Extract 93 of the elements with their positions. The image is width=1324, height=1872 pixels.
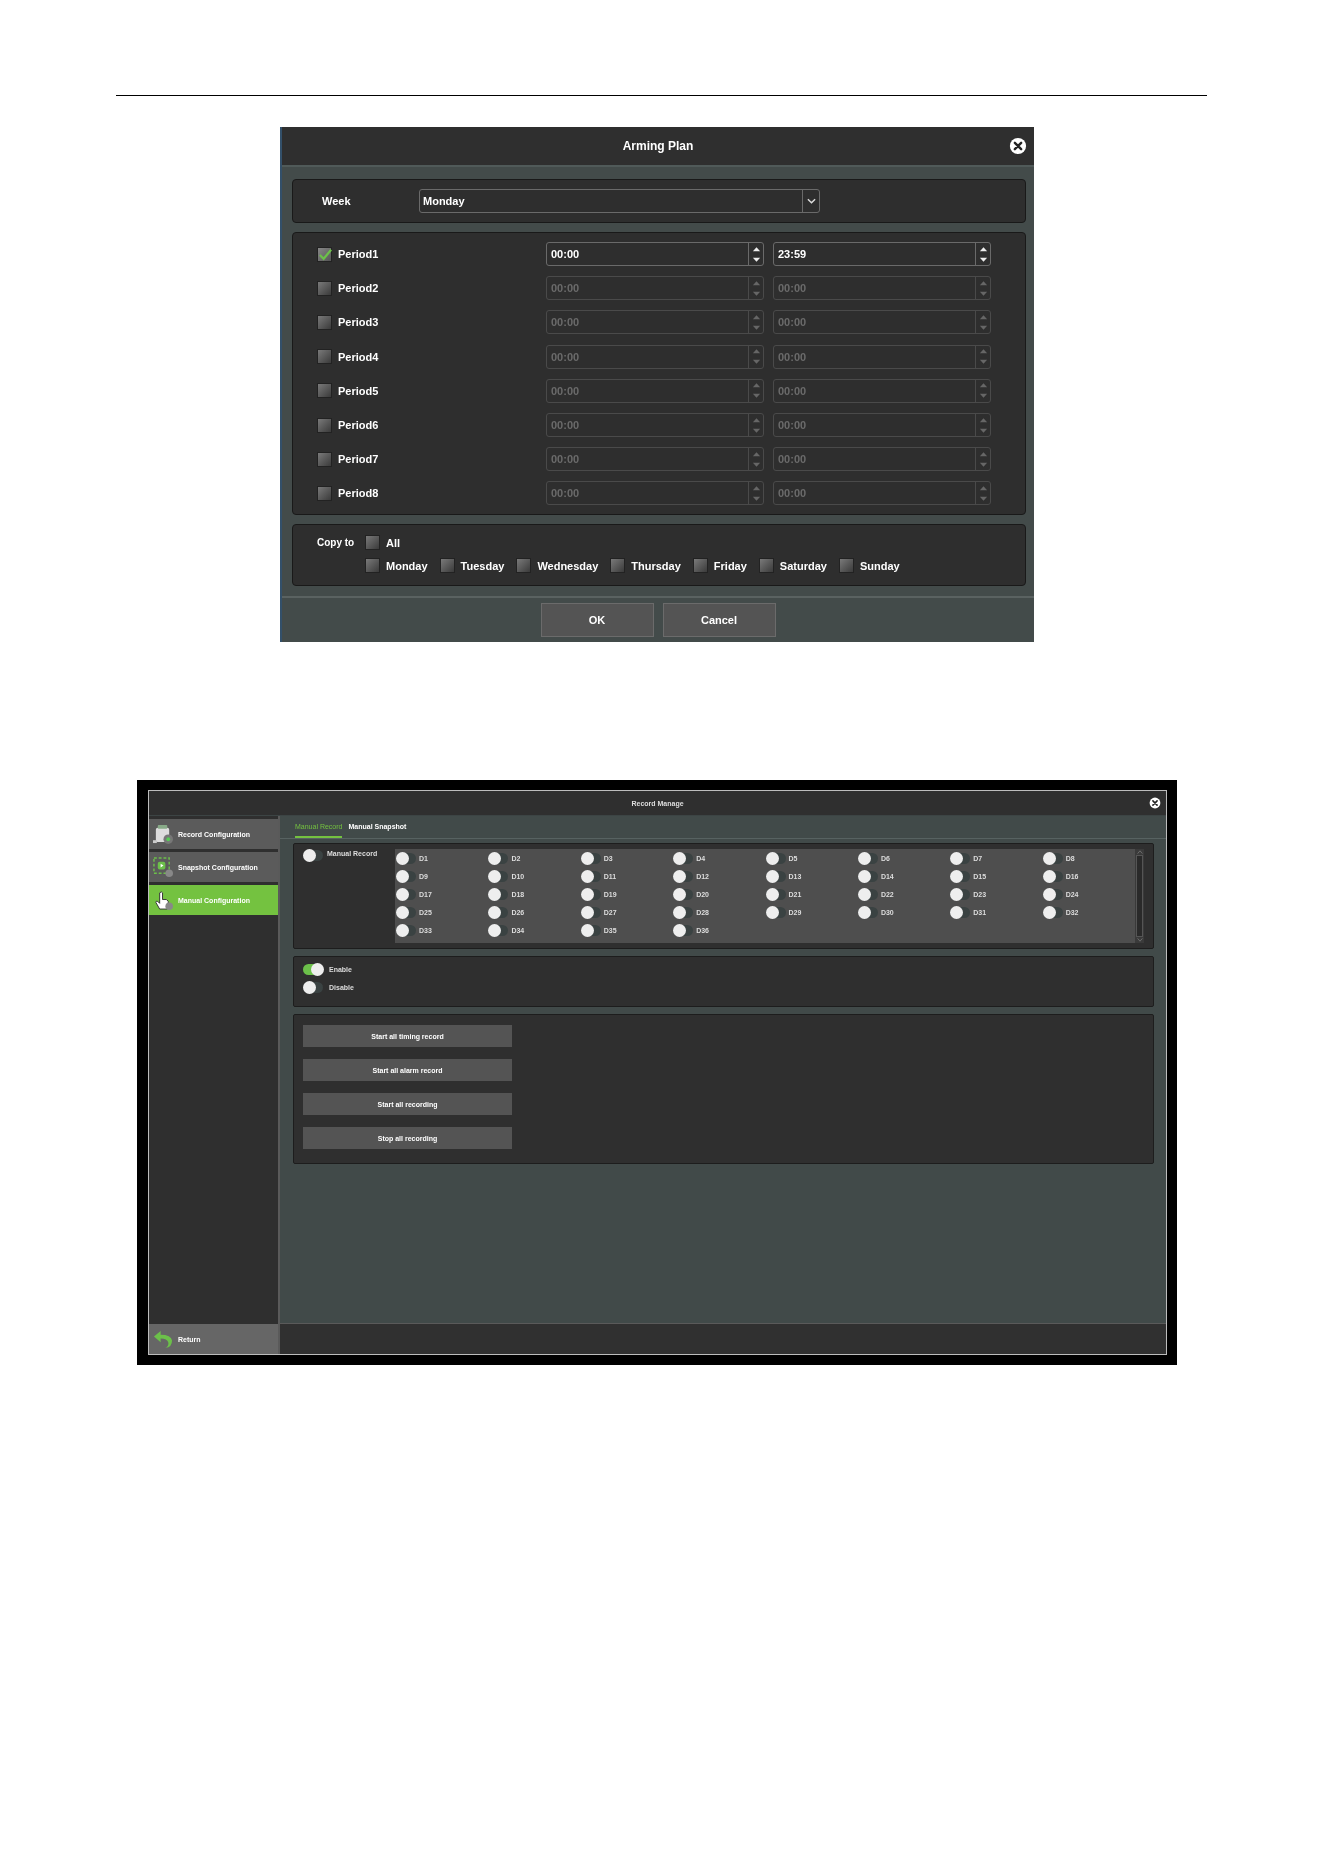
toggle-switch[interactable] (580, 888, 601, 900)
all-label: All (386, 536, 401, 549)
checkbox[interactable] (317, 280, 332, 296)
toggle-switch[interactable] (857, 906, 878, 918)
toggle-switch[interactable] (580, 906, 601, 918)
up-arrow-icon[interactable] (978, 245, 988, 252)
toggle-switch[interactable] (673, 870, 694, 882)
toggle-switch[interactable] (303, 850, 323, 861)
close-icon[interactable] (1009, 137, 1027, 155)
down-arrow-icon[interactable] (751, 256, 761, 263)
scrollbar-thumb[interactable] (1136, 855, 1143, 937)
day-label: Thursday (631, 559, 681, 572)
toggle-switch[interactable] (1042, 870, 1063, 882)
play-frame-icon (153, 857, 173, 877)
checkbox[interactable] (317, 246, 332, 262)
checkbox[interactable] (365, 558, 380, 573)
caret-icon (806, 198, 816, 204)
toggle-switch[interactable] (488, 888, 509, 900)
checkbox[interactable] (317, 314, 332, 330)
time-field[interactable]: 00:00 (546, 242, 764, 267)
toggle-switch[interactable] (1042, 852, 1063, 864)
toggle-switch[interactable] (488, 906, 509, 918)
toggle-switch[interactable] (396, 906, 416, 918)
day-label: Tuesday (460, 559, 505, 572)
cancel-button[interactable]: Cancel (662, 603, 776, 637)
copy-to-label: Copy to (317, 537, 355, 548)
toggle-switch[interactable] (673, 888, 694, 900)
period-label: Period7 (338, 453, 379, 466)
back-arrow-icon (153, 1329, 173, 1349)
period-label: Period8 (338, 487, 379, 500)
checkbox[interactable] (838, 558, 854, 573)
checkbox[interactable] (317, 485, 332, 501)
toggle-switch[interactable] (950, 888, 971, 900)
toggle-switch[interactable] (673, 924, 694, 936)
toggle-switch[interactable] (1042, 888, 1063, 900)
period-label: Period2 (338, 282, 379, 295)
down-arrow-icon[interactable] (978, 256, 988, 263)
scrollbar[interactable] (1135, 849, 1144, 943)
toggle-switch[interactable] (673, 852, 694, 864)
period-label: Period5 (338, 384, 379, 397)
toggle-switch[interactable] (857, 888, 878, 900)
checkbox[interactable] (692, 558, 708, 573)
toggle-switch[interactable] (765, 888, 786, 900)
toggle-switch[interactable] (765, 870, 786, 882)
checkbox[interactable] (317, 349, 332, 365)
day-label: Wednesday (537, 559, 599, 572)
toggle-switch[interactable] (950, 852, 971, 864)
checkbox[interactable] (610, 558, 626, 573)
time-field[interactable]: 23:59 (773, 242, 991, 267)
toggle-switch[interactable] (488, 924, 509, 936)
ok-button[interactable]: OK (540, 603, 654, 637)
checkbox[interactable] (317, 383, 332, 399)
toggle-switch[interactable] (580, 870, 601, 882)
checkbox[interactable] (317, 451, 332, 467)
toggle-switch[interactable] (950, 870, 971, 882)
toggle-switch[interactable] (857, 852, 878, 864)
checkbox[interactable] (317, 417, 332, 433)
period-label: Period6 (338, 419, 379, 432)
period-label: Period3 (338, 316, 379, 329)
day-label: Saturday (779, 559, 827, 572)
toggle-switch[interactable] (765, 852, 786, 864)
toggle-switch[interactable] (303, 982, 323, 993)
toggle-switch[interactable] (396, 888, 416, 900)
day-label: Friday (713, 559, 747, 572)
toggle-switch[interactable] (303, 964, 323, 975)
toggle-switch[interactable] (488, 870, 509, 882)
toggle-switch[interactable] (950, 906, 971, 918)
check-icon (318, 246, 333, 262)
hand-pointer-icon (153, 890, 173, 910)
close-icon[interactable] (1149, 797, 1161, 809)
checkbox[interactable] (758, 558, 774, 573)
period-label: Period1 (338, 248, 379, 261)
checkbox[interactable] (439, 558, 455, 573)
checkbox[interactable] (365, 535, 380, 550)
toggle-switch[interactable] (396, 924, 416, 936)
week-label: Week (322, 195, 352, 207)
day-label: Monday (386, 559, 428, 572)
toggle-switch[interactable] (396, 870, 416, 882)
archive-gear-icon (153, 824, 173, 844)
period-label: Period4 (338, 350, 379, 363)
toggle-switch[interactable] (396, 852, 416, 864)
toggle-switch[interactable] (488, 852, 509, 864)
up-arrow-icon[interactable] (751, 245, 761, 252)
toggle-switch[interactable] (1042, 906, 1063, 918)
toggle-switch[interactable] (580, 924, 601, 936)
toggle-switch[interactable] (673, 906, 694, 918)
day-label: Sunday (859, 559, 900, 572)
toggle-switch[interactable] (857, 870, 878, 882)
dialog-title: Arming Plan (622, 139, 694, 153)
checkbox[interactable] (516, 558, 532, 573)
toggle-switch[interactable] (580, 852, 601, 864)
toggle-switch[interactable] (765, 906, 786, 918)
week-dropdown[interactable]: Monday (419, 189, 820, 213)
